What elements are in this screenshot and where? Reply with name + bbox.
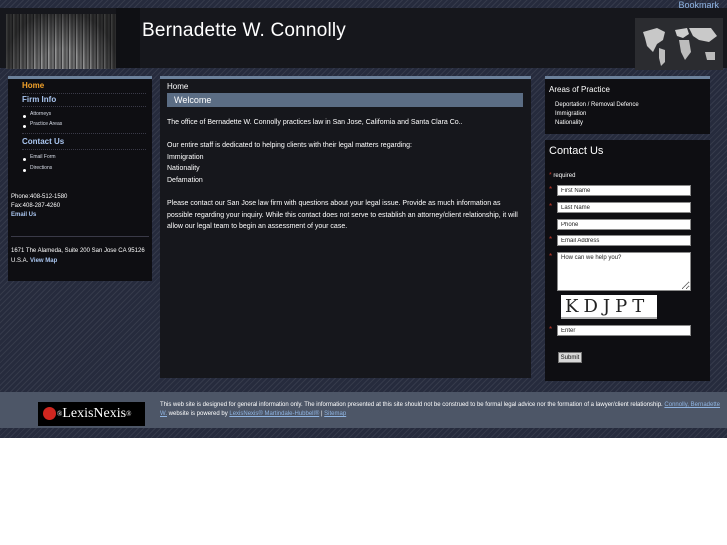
nav-attorneys[interactable]: Attorneys — [22, 111, 51, 118]
page-heading: Welcome — [167, 93, 523, 107]
view-map-link[interactable]: View Map — [30, 258, 57, 264]
required-star-icon: * — [549, 325, 553, 334]
header-dome-photo — [6, 14, 116, 69]
phone-number: Phone:408-512-1580 — [11, 194, 68, 200]
powered-by-text: website is powered by — [168, 411, 228, 417]
site-footer: ®LexisNexis® This web site is designed f… — [0, 392, 727, 428]
intro-paragraph: The office of Bernadette W. Connolly pra… — [167, 119, 463, 126]
service-item: Nationality — [167, 165, 200, 172]
captcha-image: KDJPT — [561, 295, 657, 319]
service-item: Immigration — [167, 153, 204, 161]
martindale-link[interactable]: LexisNexis® Martindale-Hubbell® — [229, 411, 319, 417]
bookmark-link[interactable]: Bookmark — [678, 0, 719, 10]
message-field[interactable]: How can we help you? — [557, 252, 691, 291]
first-name-field[interactable] — [557, 185, 691, 196]
captcha-input[interactable] — [557, 325, 691, 336]
nav-divider — [22, 93, 146, 94]
phone-field[interactable] — [557, 219, 691, 230]
nav-firm-info[interactable]: Firm Info — [22, 95, 56, 104]
breadcrumb: Home — [167, 82, 189, 91]
nav-divider — [22, 106, 146, 107]
contact-paragraph: Please contact our San Jose law firm wit… — [167, 200, 518, 230]
fax-number: Fax:408-287-4260 — [11, 203, 61, 209]
lexisnexis-dot-icon — [43, 407, 56, 420]
required-star-icon: * — [549, 252, 553, 261]
address-block: 1671 The Alameda, Suite 200 San Jose CA … — [11, 246, 151, 266]
last-name-field[interactable] — [557, 202, 691, 213]
nav-divider — [22, 133, 146, 134]
required-star-icon: * — [549, 235, 553, 244]
required-star-icon: * — [549, 202, 553, 211]
area-item[interactable]: Immigration — [555, 111, 586, 117]
nav-home[interactable]: Home — [22, 81, 44, 90]
areas-of-practice-panel: Areas of Practice Deportation / Removal … — [545, 76, 710, 134]
required-note: * required — [549, 172, 576, 179]
sitemap-link[interactable]: Sitemap — [324, 411, 346, 417]
nav-directions[interactable]: Directions — [22, 165, 52, 172]
required-star-icon: * — [549, 172, 552, 179]
nav-divider — [22, 149, 146, 150]
contact-form-title: Contact Us — [549, 145, 604, 157]
service-item: Defamation — [167, 176, 203, 184]
services-paragraph: Our entire staff is dedicated to helping… — [167, 140, 523, 186]
footer-separator: | — [320, 411, 323, 417]
site-title: Bernadette W. Connolly — [142, 20, 347, 41]
services-intro: Our entire staff is dedicated to helping… — [167, 142, 412, 149]
header-separator — [116, 8, 140, 68]
site-header: Bernadette W. Connolly Bookmark — [0, 0, 727, 70]
nav-contact-us[interactable]: Contact Us — [22, 137, 64, 146]
area-item[interactable]: Nationality — [555, 120, 583, 126]
footer-disclaimer: This web site is designed for general in… — [160, 401, 720, 419]
area-item[interactable]: Deportation / Removal Defence — [555, 102, 639, 108]
contact-form-panel: Contact Us * required * * * * How can we… — [545, 140, 710, 381]
nav-practice-areas[interactable]: Practice Areas — [22, 121, 62, 128]
areas-title: Areas of Practice — [549, 85, 610, 94]
world-map-icon — [643, 28, 717, 66]
nav-email-form[interactable]: Email Form — [23, 154, 56, 161]
submit-button[interactable]: Submit — [558, 352, 582, 363]
disclaimer-text: This web site is designed for general in… — [160, 402, 663, 408]
email-field[interactable] — [557, 235, 691, 246]
world-map-graphic — [635, 18, 723, 70]
email-us-link[interactable]: Email Us — [11, 212, 36, 218]
main-content: Home Welcome The office of Bernadette W.… — [160, 76, 531, 378]
left-sidebar: Home Firm Info Attorneys Practice Areas … — [8, 76, 152, 281]
required-star-icon: * — [549, 185, 553, 194]
lexisnexis-logo: ®LexisNexis® — [38, 402, 145, 426]
sidebar-divider — [11, 236, 149, 237]
